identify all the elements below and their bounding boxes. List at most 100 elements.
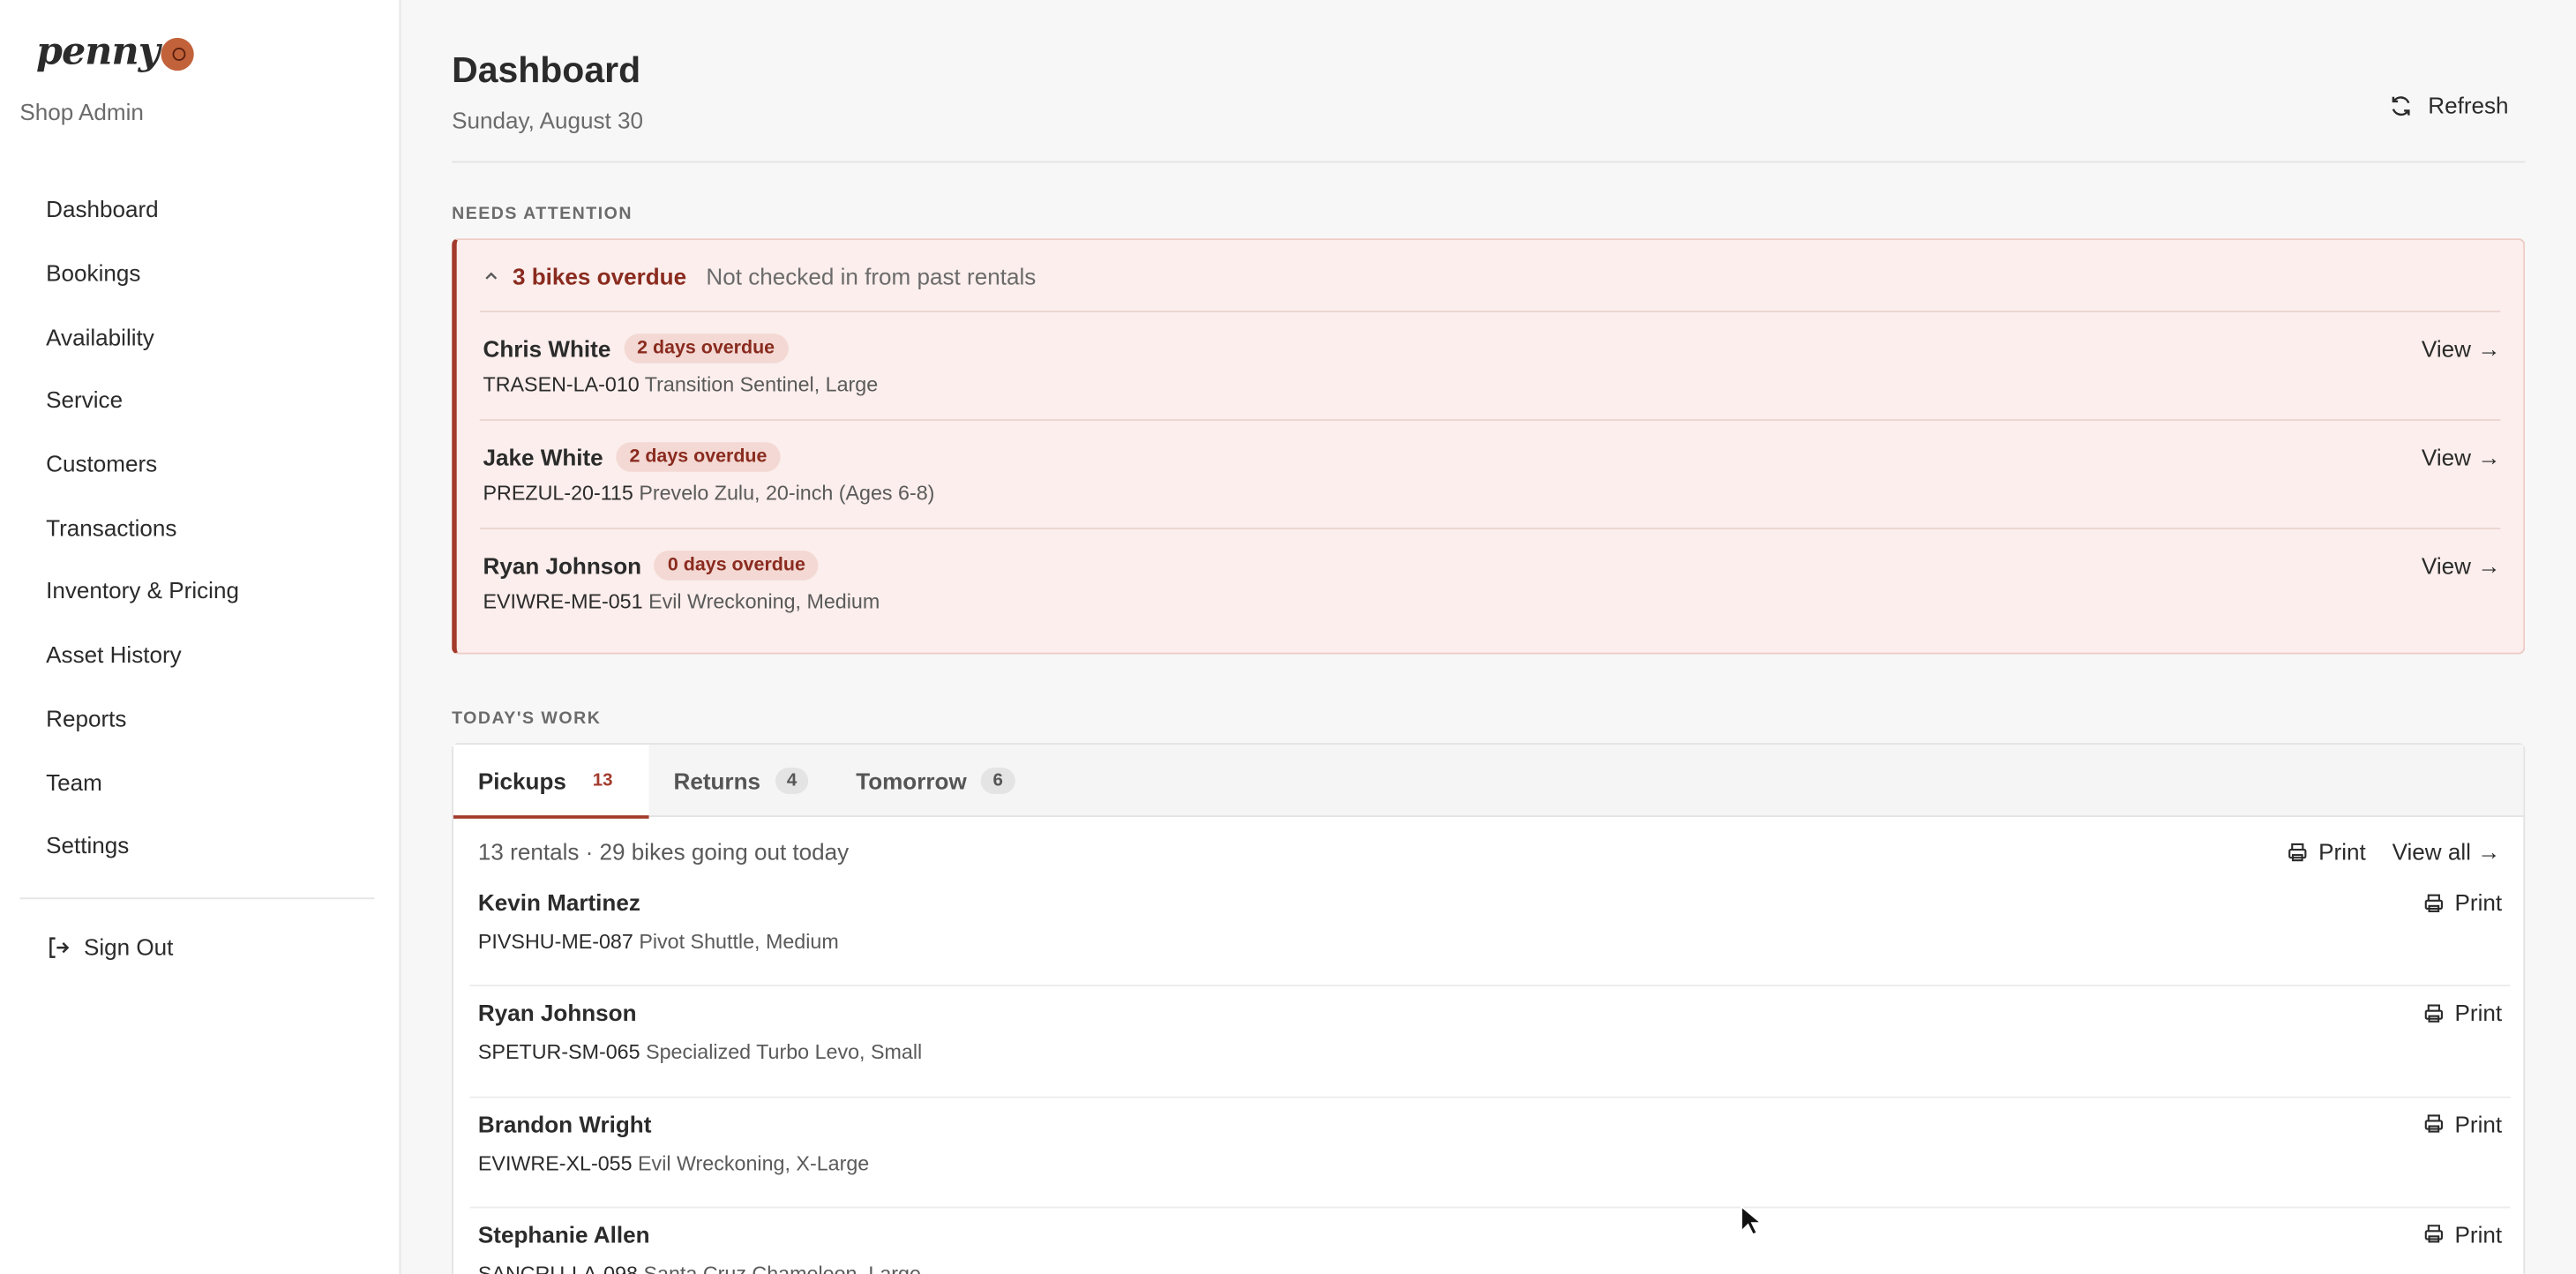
sign-out-button[interactable]: Sign Out — [46, 933, 173, 960]
print-all-button[interactable]: Print — [2288, 838, 2366, 865]
page-title: Dashboard — [452, 49, 641, 91]
sidebar-item-dashboard[interactable]: Dashboard — [19, 177, 374, 241]
refresh-button[interactable]: Refresh — [2389, 92, 2509, 118]
printer-icon — [2425, 1004, 2444, 1023]
print-all-label: Print — [2318, 838, 2366, 866]
print-button[interactable]: Print — [2423, 1111, 2502, 1137]
pickups-summary: 13 rentals · 29 bikes going out today — [477, 838, 850, 866]
overdue-row-header: Chris White 2 days overdue — [483, 333, 788, 363]
printer-icon — [2425, 893, 2444, 912]
sidebar-item-transactions[interactable]: Transactions — [19, 496, 374, 559]
asset-id: SPETUR-SM-065 — [477, 1040, 640, 1065]
sidebar-item-reports[interactable]: Reports — [19, 686, 374, 750]
customer-name: Stephanie Allen — [477, 1221, 650, 1248]
tab-returns-count: 4 — [775, 768, 809, 794]
header-divider — [452, 161, 2526, 163]
logo-icon — [161, 37, 194, 71]
pickup-row: Ryan Johnson SPETUR-SM-065 Specialized T… — [469, 986, 2511, 1098]
printer-icon — [2425, 1225, 2444, 1244]
logo[interactable]: penny — [36, 23, 194, 79]
view-link[interactable]: View → — [2422, 552, 2500, 579]
sidebar-item-service[interactable]: Service — [19, 368, 374, 431]
print-label: Print — [2454, 1110, 2503, 1137]
asset-info: TRASEN-LA-010 Transition Sentinel, Large — [483, 373, 878, 396]
overdue-row: Ryan Johnson 0 days overdue EVIWRE-ME-05… — [479, 528, 2500, 636]
print-label: Print — [2454, 1000, 2503, 1027]
asset-id: EVIWRE-ME-051 — [483, 589, 643, 613]
sidebar-item-customers[interactable]: Customers — [19, 432, 374, 496]
shop-subtitle: Shop Admin — [19, 98, 144, 125]
tab-returns[interactable]: Returns 4 — [649, 745, 834, 817]
sidebar: penny Shop Admin Dashboard Bookings Avai… — [0, 0, 401, 1274]
logo-text: penny — [35, 28, 161, 73]
asset-description: Pivot Shuttle, Medium — [639, 930, 839, 954]
sidebar-item-settings[interactable]: Settings — [19, 813, 374, 877]
app-root: penny Shop Admin Dashboard Bookings Avai… — [0, 0, 2576, 1274]
overdue-row-header: Ryan Johnson 0 days overdue — [483, 551, 819, 581]
sidebar-item-bookings[interactable]: Bookings — [19, 241, 374, 304]
pickup-row: Kevin Martinez PIVSHU-ME-087 Pivot Shutt… — [469, 876, 2511, 987]
print-button[interactable]: Print — [2423, 1000, 2502, 1026]
print-label: Print — [2454, 1221, 2503, 1248]
print-label: Print — [2454, 888, 2503, 916]
overdue-count: 3 bikes overdue — [513, 263, 687, 289]
page-date: Sunday, August 30 — [452, 107, 644, 133]
view-all-link[interactable]: View all → — [2393, 838, 2501, 865]
customer-name: Brandon Wright — [477, 1110, 652, 1137]
sidebar-item-inventory-pricing[interactable]: Inventory & Pricing — [19, 559, 374, 623]
sign-out-icon — [49, 936, 70, 957]
sidebar-item-asset-history[interactable]: Asset History — [19, 623, 374, 686]
todays-work-panel: Pickups 13 Returns 4 Tomorrow 6 13 renta… — [452, 743, 2526, 1274]
printer-icon — [2425, 1114, 2444, 1133]
pickup-row: Brandon Wright EVIWRE-XL-055 Evil Wrecko… — [469, 1098, 2511, 1209]
print-button[interactable]: Print — [2423, 889, 2502, 916]
tab-pickups-count: 13 — [592, 769, 613, 791]
summary-actions: Print View all → — [2288, 838, 2501, 865]
overdue-toggle[interactable]: 3 bikes overdue Not checked in from past… — [483, 263, 1036, 289]
asset-id: PREZUL-20-115 — [483, 481, 633, 506]
tab-pickups[interactable]: Pickups 13 — [453, 745, 649, 819]
view-link[interactable]: View → — [2422, 335, 2500, 362]
overdue-badge: 0 days overdue — [655, 551, 819, 581]
overdue-row: Chris White 2 days overdue TRASEN-LA-010… — [479, 311, 2500, 419]
overdue-row-header: Jake White 2 days overdue — [483, 442, 781, 472]
todays-work-label: TODAY'S WORK — [452, 708, 602, 729]
mouse-cursor-icon — [1741, 1204, 1764, 1236]
asset-info: PIVSHU-ME-087 Pivot Shuttle, Medium — [478, 931, 839, 954]
asset-info: PREZUL-20-115 Prevelo Zulu, 20-inch (Age… — [483, 482, 934, 505]
sidebar-item-team[interactable]: Team — [19, 750, 374, 813]
customer-name: Kevin Martinez — [477, 888, 640, 916]
asset-id: SANCRU-LA-098 — [477, 1262, 639, 1274]
customer-name: Ryan Johnson — [483, 552, 642, 579]
sidebar-divider — [19, 897, 375, 900]
chevron-up-icon — [485, 272, 498, 280]
pickups-list: Kevin Martinez PIVSHU-ME-087 Pivot Shutt… — [469, 876, 2511, 1274]
customer-name: Ryan Johnson — [477, 1000, 637, 1027]
tab-tomorrow[interactable]: Tomorrow 6 — [831, 745, 1039, 817]
asset-id: EVIWRE-XL-055 — [477, 1151, 633, 1175]
overdue-row: Jake White 2 days overdue PREZUL-20-115 … — [479, 419, 2500, 528]
overdue-subtitle: Not checked in from past rentals — [706, 263, 1037, 289]
asset-description: Transition Sentinel, Large — [644, 372, 879, 397]
tab-returns-label: Returns — [673, 768, 761, 794]
pickup-row: Stephanie Allen SANCRU-LA-098 Santa Cruz… — [470, 1208, 2511, 1274]
sidebar-item-availability[interactable]: Availability — [19, 304, 374, 368]
printer-icon — [2288, 842, 2308, 861]
overdue-badge: 2 days overdue — [624, 333, 788, 363]
tab-tomorrow-count: 6 — [981, 768, 1015, 794]
refresh-icon — [2392, 95, 2410, 116]
asset-id: TRASEN-LA-010 — [483, 372, 640, 397]
asset-info: EVIWRE-ME-051 Evil Wreckoning, Medium — [483, 590, 880, 613]
asset-description: Specialized Turbo Levo, Small — [646, 1040, 923, 1065]
overdue-alert-panel: 3 bikes overdue Not checked in from past… — [452, 238, 2526, 655]
sign-out-label: Sign Out — [83, 933, 174, 961]
asset-description: Evil Wreckoning, X-Large — [638, 1151, 870, 1175]
print-button[interactable]: Print — [2423, 1221, 2502, 1248]
asset-id: PIVSHU-ME-087 — [477, 930, 633, 954]
asset-info: EVIWRE-XL-055 Evil Wreckoning, X-Large — [478, 1151, 869, 1174]
view-link[interactable]: View → — [2422, 444, 2500, 470]
asset-description: Santa Cruz Chameleon, Large — [643, 1262, 921, 1274]
sidebar-nav: Dashboard Bookings Availability Service … — [19, 177, 374, 877]
refresh-label: Refresh — [2428, 92, 2509, 119]
overdue-badge: 2 days overdue — [616, 442, 781, 472]
